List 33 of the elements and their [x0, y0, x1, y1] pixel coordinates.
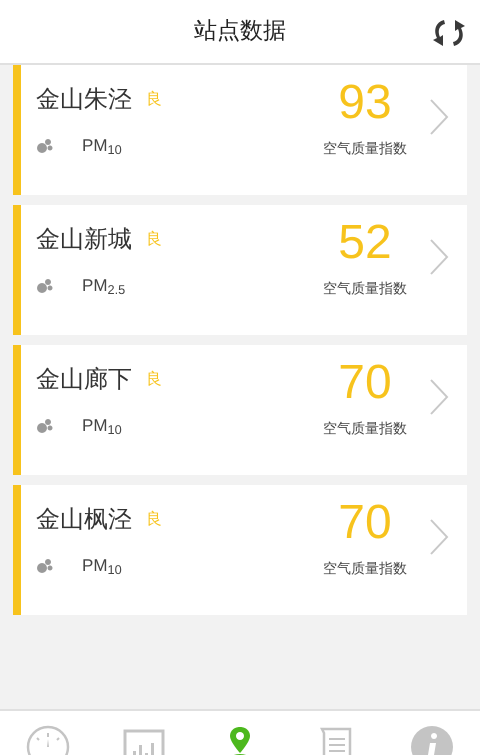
station-card[interactable]: 金山廊下 良 PM$_{10}$ 70 空气质量指数: [13, 345, 467, 475]
air-quality-grade: 良: [146, 371, 162, 387]
aqi-caption: 空气质量指数: [323, 420, 407, 439]
air-quality-grade: 良: [146, 231, 162, 247]
station-name: 金山朱泾: [36, 87, 132, 111]
pollutant-label: PM$_{10}$: [82, 555, 122, 578]
aqi-value: 70: [338, 359, 392, 407]
station-name: 金山新城: [36, 227, 132, 251]
pollutant-label: PM$_{2.5}$: [82, 275, 126, 298]
page-title: 站点数据: [194, 17, 286, 46]
aqi-caption: 空气质量指数: [323, 280, 407, 299]
aqi-value: 52: [338, 219, 392, 267]
particle-icon: [36, 138, 54, 154]
chevron-right-icon: [429, 518, 449, 556]
station-name: 金山廊下: [36, 367, 132, 391]
chevron-right-icon: [429, 238, 449, 276]
chevron-right-icon: [429, 378, 449, 416]
aqi-value: 70: [338, 499, 392, 547]
pollutant-label: PM$_{10}$: [82, 135, 122, 158]
air-quality-grade: 良: [146, 511, 162, 527]
station-name: 金山枫泾: [36, 507, 132, 531]
pollutant-label: PM$_{10}$: [82, 415, 122, 438]
particle-icon: [36, 278, 54, 294]
station-card[interactable]: 金山新城 良 PM$_{2.5}$ 52 空气质量指数: [13, 205, 467, 335]
chevron-right-icon: [429, 98, 449, 136]
aqi-caption: 空气质量指数: [323, 140, 407, 159]
aqi-value: 93: [338, 79, 392, 127]
particle-icon: [36, 418, 54, 434]
station-card[interactable]: 金山枫泾 良 PM$_{10}$ 70 空气质量指数: [13, 485, 467, 615]
particle-icon: [36, 558, 54, 574]
air-quality-grade: 良: [146, 91, 162, 107]
aqi-caption: 空气质量指数: [323, 560, 407, 579]
station-card[interactable]: 金山朱泾 良 PM$_{10}$ 93 空气质量指数: [13, 65, 467, 195]
